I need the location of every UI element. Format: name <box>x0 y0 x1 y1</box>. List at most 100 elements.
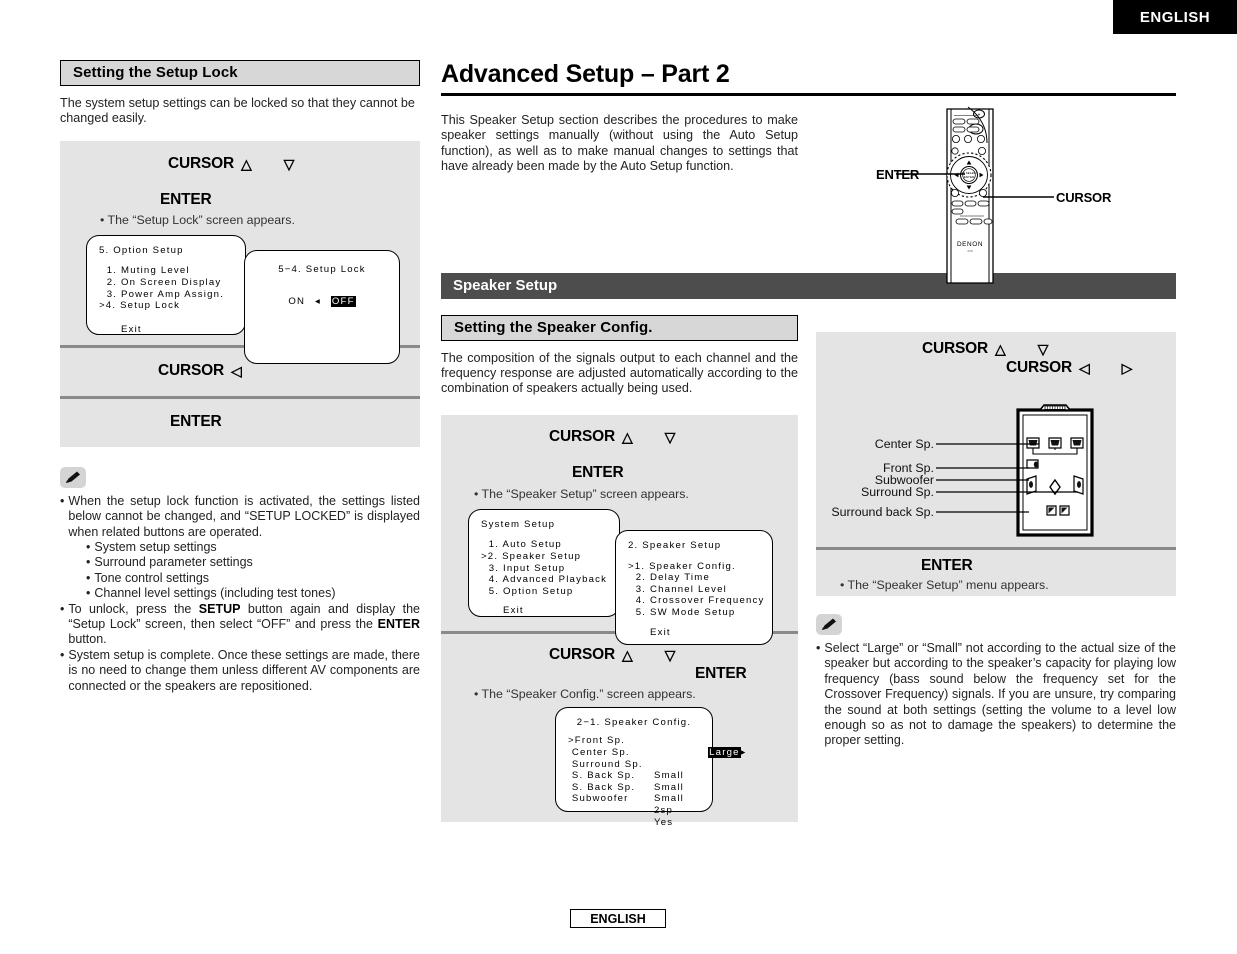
label-surround-sp: Surround Sp. <box>860 485 934 499</box>
osd-row: >1. Speaker Config. <box>628 560 736 572</box>
osd-row: 2. Delay Time <box>628 572 710 584</box>
enter-label: ENTER <box>695 664 747 682</box>
bullet: • <box>60 647 65 662</box>
step-panel-room-diagram: CURSOR △ ▽ CURSOR ◁ ▷ Center Sp. Front S… <box>816 332 1176 547</box>
osd-config-value-row: Yes <box>654 817 747 829</box>
osd-config-value: Yes <box>654 816 674 828</box>
osd-config-name: S. Back Sp. <box>568 770 636 782</box>
osd-row: 1. Muting Level <box>99 265 190 277</box>
osd-option-setup: 5. Option Setup 1. Muting Level 2. On Sc… <box>86 234 246 335</box>
note-subitem: • Surround parameter settings <box>86 555 420 570</box>
osd-title: 2−1. Speaker Config. <box>576 716 692 728</box>
step-note-right: • The “Speaker Setup” menu appears. <box>840 578 1049 592</box>
step-cursor-left: CURSOR ◁ <box>158 362 242 380</box>
cursor-down-icon[interactable]: ▽ <box>665 648 676 662</box>
setup-lock-intro: The system setup settings can be locked … <box>60 96 415 126</box>
step-panel-enter: ENTER <box>60 398 420 447</box>
osd-row: 3. Channel Level <box>628 583 727 595</box>
osd-row: >4. Setup Lock <box>99 300 181 312</box>
step-cursor-updown: CURSOR △ ▽ <box>549 428 675 446</box>
svg-text:ENTER: ENTER <box>964 175 975 179</box>
note-text: When the setup lock function is activate… <box>68 493 420 539</box>
osd-right-arrow-icon: ▸ <box>740 747 747 759</box>
note-subitem: • Tone control settings <box>86 571 420 586</box>
osd-config-value: 2sp <box>654 805 674 816</box>
note-text: To unlock, press the SETUP button again … <box>68 601 420 647</box>
advanced-setup-intro: This Speaker Setup section describes the… <box>441 113 798 174</box>
enter-label: ENTER <box>921 557 973 574</box>
enter-label: ENTER <box>572 463 624 481</box>
cursor-up-icon[interactable]: △ <box>622 430 633 444</box>
cursor-label: CURSOR <box>549 427 615 445</box>
section-heading-setup-lock: Setting the Setup Lock <box>60 60 420 86</box>
speaker-config-intro: The composition of the signals output to… <box>441 350 798 396</box>
osd-row: 5. SW Mode Setup <box>628 606 736 618</box>
osd-system-setup: System Setup 1. Auto Setup >2. Speaker S… <box>468 508 620 617</box>
cursor-up-icon[interactable]: △ <box>622 648 633 662</box>
step-enter-2: ENTER <box>170 413 222 431</box>
left-column: Setting the Setup Lock The system setup … <box>60 60 420 694</box>
osd-exit: Exit <box>650 626 671 638</box>
section-heading-speaker-config: Setting the Speaker Config. <box>441 314 798 341</box>
osd-exit: Exit <box>503 605 524 617</box>
bullet: • <box>816 641 821 655</box>
osd-config-name: Subwoofer <box>568 793 629 805</box>
osd-config-value-row: Small <box>654 770 747 782</box>
osd-title: 5. Option Setup <box>99 244 184 256</box>
svg-text:DENON: DENON <box>957 241 983 248</box>
bullet: • <box>86 540 91 555</box>
step-enter: ENTER <box>160 191 212 209</box>
osd-row: 3. Input Setup <box>481 562 566 574</box>
osd-setup-lock: 5−4. Setup Lock ON ◂ OFF <box>244 250 400 364</box>
osd-config-name: >Front Sp. <box>568 735 626 747</box>
osd-option-off-selected: OFF <box>330 295 356 307</box>
note-item: • When the setup lock function is activa… <box>60 494 420 540</box>
note-text: Select “Large” or “Small” not according … <box>824 641 1176 748</box>
osd-config-value-row: Large▸ <box>654 735 747 770</box>
osd-speaker-setup: 2. Speaker Setup >1. Speaker Config. 2. … <box>615 530 773 645</box>
cursor-label: CURSOR <box>549 645 615 663</box>
label-center-sp: Center Sp. <box>874 437 934 451</box>
osd-title: System Setup <box>481 518 556 530</box>
middle-column: Advanced Setup – Part 2 This Speaker Set… <box>441 60 1176 828</box>
step1-note: • The “Setup Lock” screen appears. <box>100 212 295 227</box>
step-cursor-updown: CURSOR △ ▽ <box>168 155 294 173</box>
cursor-down-icon[interactable]: ▽ <box>284 157 295 171</box>
enter-label: ENTER <box>170 412 222 430</box>
cursor-left-icon[interactable]: ◁ <box>231 364 242 378</box>
osd-config-name: S. Back Sp. <box>568 781 636 793</box>
bullet: • <box>60 493 65 508</box>
cursor-up-icon[interactable]: △ <box>241 157 252 171</box>
cursor-down-icon[interactable]: ▽ <box>665 430 676 444</box>
step-note-2: • The “Speaker Config.” screen appears. <box>474 686 696 701</box>
osd-config-value: Small <box>654 781 684 793</box>
osd-row: 3. Power Amp Assign. <box>99 288 225 300</box>
step-panel-enter-right: ENTER • The “Speaker Setup” menu appears… <box>816 550 1176 596</box>
osd-row: >2. Speaker Setup <box>481 551 582 563</box>
osd-config-value: Small <box>654 793 684 805</box>
note-item: • System setup is complete. Once these s… <box>60 648 420 694</box>
osd-row: 4. Crossover Frequency <box>628 595 765 607</box>
remote-control-illustration: + – <box>876 105 1178 290</box>
pencil-icon <box>60 466 86 488</box>
step-enter: ENTER <box>572 464 624 482</box>
osd-row: 4. Advanced Playback <box>481 574 608 586</box>
osd-config-value-row: Small <box>654 793 747 805</box>
osd-title: 5−4. Setup Lock <box>278 264 366 275</box>
step-enter-2: ENTER <box>695 665 747 683</box>
note-text: System setup is complete. Once these set… <box>68 647 420 693</box>
right-column: CURSOR △ ▽ CURSOR ◁ ▷ Center Sp. Front S… <box>816 332 1176 749</box>
osd-option-on: ON <box>288 295 306 307</box>
page-title: Advanced Setup – Part 2 <box>441 60 1176 96</box>
note-block-right: • Select “Large” or “Small” not accordin… <box>816 614 1176 749</box>
osd-speaker-config: 2−1. Speaker Config. >Front Sp. Center S… <box>555 706 745 828</box>
note-block-left: • When the setup lock function is activa… <box>60 466 420 694</box>
enter-label: ENTER <box>160 190 212 208</box>
note-subitem: • System setup settings <box>86 540 420 555</box>
label-surround-back-sp: Surround back Sp. <box>831 505 934 519</box>
step-enter-right: ENTER <box>921 557 973 575</box>
step-note: • The “Speaker Setup” screen appears. <box>474 486 689 501</box>
note-subtext: Surround parameter settings <box>94 555 253 570</box>
note-item: • To unlock, press the SETUP button agai… <box>60 602 420 648</box>
osd-config-value-row: 2sp <box>654 805 747 817</box>
